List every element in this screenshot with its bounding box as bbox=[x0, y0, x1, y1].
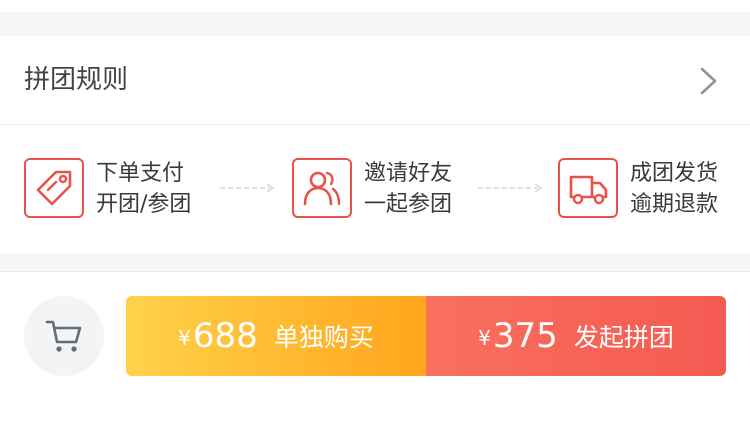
step-line-2: 一起参团 bbox=[364, 192, 453, 217]
start-group-buy-button[interactable]: ¥ 375 发起拼团 bbox=[426, 296, 726, 376]
rule-step-delivery: 成团发货 逾期退款 bbox=[558, 158, 738, 222]
rules-header-row[interactable]: 拼团规则 bbox=[0, 36, 750, 125]
step-line-2: 逾期退款 bbox=[630, 192, 719, 217]
currency-symbol: ¥ bbox=[178, 326, 191, 350]
section-spacer bbox=[0, 254, 750, 272]
buy-buttons: ¥ 688 单独购买 ¥ 375 发起拼团 bbox=[126, 296, 726, 376]
start-group-label: 发起拼团 bbox=[573, 323, 674, 352]
currency-symbol: ¥ bbox=[478, 326, 491, 350]
top-white-strip bbox=[0, 0, 750, 12]
rule-step-pay: 下单支付 开团/参团 bbox=[24, 158, 214, 222]
rules-title: 拼团规则 bbox=[24, 65, 129, 95]
group-buy-rules-panel: 拼团规则 下单支付 开团/参团 邀请好友 一起参团 成团发货 逾期退款 bbox=[0, 36, 750, 254]
purchase-bar: ¥ 688 单独购买 ¥ 375 发起拼团 bbox=[0, 272, 750, 432]
step-line-1: 下单支付 bbox=[96, 161, 185, 186]
cart-button[interactable] bbox=[24, 296, 104, 376]
step-line-1: 成团发货 bbox=[630, 161, 719, 186]
users-icon bbox=[292, 158, 352, 218]
price-tag-icon bbox=[24, 158, 84, 218]
buy-alone-button[interactable]: ¥ 688 单独购买 bbox=[126, 296, 426, 376]
solo-price: 688 bbox=[192, 316, 258, 356]
step-arrow-icon bbox=[478, 183, 543, 193]
step-line-1: 邀请好友 bbox=[364, 161, 453, 186]
step-line-2: 开团/参团 bbox=[96, 192, 192, 217]
step-arrow-icon bbox=[220, 183, 275, 193]
group-price: 375 bbox=[492, 316, 558, 356]
rule-step-invite: 邀请好友 一起参团 bbox=[292, 158, 472, 222]
chevron-right-icon bbox=[700, 67, 717, 95]
delivery-truck-icon bbox=[558, 158, 618, 218]
shopping-cart-icon bbox=[45, 320, 82, 352]
top-spacer bbox=[0, 0, 750, 36]
buy-alone-label: 单独购买 bbox=[273, 323, 374, 352]
